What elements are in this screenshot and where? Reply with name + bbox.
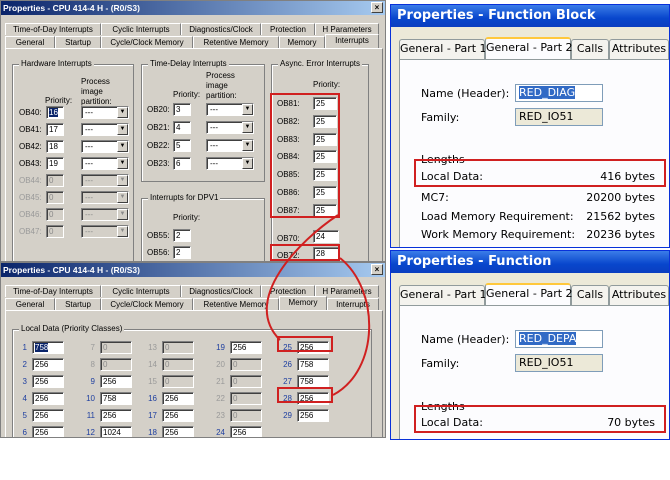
tab-memory[interactable]: Memory	[279, 296, 327, 310]
connector-async-to-25	[265, 214, 339, 341]
connector-curves	[265, 214, 371, 396]
connector-ob72-to-28	[332, 257, 371, 396]
tab-general-part-2[interactable]: General - Part 2	[485, 37, 573, 59]
tab-general-part-2[interactable]: General - Part 2	[485, 283, 573, 305]
tab-interrupts[interactable]: Interrupts	[325, 34, 379, 48]
